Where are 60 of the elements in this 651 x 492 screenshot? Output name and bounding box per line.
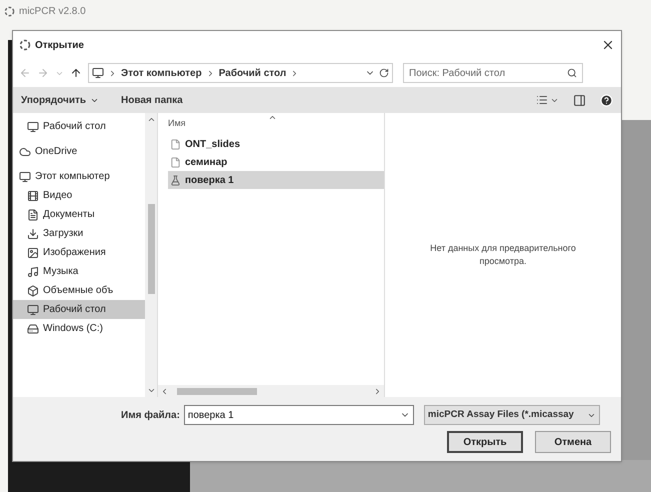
search-field[interactable]: Поиск: Рабочий стол (403, 63, 583, 83)
computer-icon (92, 67, 104, 79)
download-icon (27, 228, 39, 240)
scroll-down-icon[interactable] (146, 386, 156, 395)
scroll-left-icon[interactable] (160, 386, 169, 396)
computer-icon (19, 170, 31, 182)
filename-field[interactable]: поверка 1 (184, 405, 414, 425)
monitor-icon (27, 120, 39, 132)
app-title: micPCR v2.8.0 (19, 5, 86, 19)
open-button[interactable]: Открыть (447, 431, 523, 453)
sidebar-item[interactable]: OneDrive (13, 142, 145, 161)
sidebar-item[interactable]: Изображения (13, 243, 145, 262)
new-folder-button[interactable]: Новая папка (121, 92, 183, 108)
monitor-icon (27, 304, 39, 316)
breadcrumb-item[interactable]: Рабочий стол (218, 66, 286, 80)
scroll-right-icon[interactable] (373, 386, 382, 396)
dialog-title: Открытие (35, 38, 85, 52)
flask-icon (170, 174, 181, 186)
file-type-select[interactable]: micPCR Assay Files (*.micassay (424, 405, 600, 425)
file-item[interactable]: поверка 1 (168, 171, 384, 189)
sidebar-item[interactable]: Рабочий стол (13, 117, 145, 136)
sidebar-item[interactable]: Музыка (13, 262, 145, 281)
sidebar-item[interactable]: Загрузки (13, 224, 145, 243)
preview-pane-icon[interactable] (573, 94, 586, 106)
sidebar-item[interactable]: Рабочий стол (13, 300, 145, 319)
music-note-icon (27, 266, 39, 278)
breadcrumb-item[interactable]: Этот компьютер (121, 66, 202, 80)
sort-caret-icon (268, 113, 277, 122)
sidebar-item[interactable]: Этот компьютер (13, 167, 145, 186)
file-item[interactable]: ONT_slides (168, 135, 384, 153)
cloud-icon (19, 146, 31, 158)
horizontal-scrollbar[interactable] (158, 385, 384, 397)
document-icon (27, 208, 39, 220)
document-icon (170, 156, 181, 168)
loading-icon (4, 6, 15, 17)
drive-icon (27, 322, 39, 334)
help-icon[interactable] (600, 94, 613, 106)
search-icon[interactable] (567, 68, 577, 78)
film-icon (27, 190, 39, 202)
filename-label: Имя файла: (121, 408, 180, 422)
cancel-button[interactable]: Отмена (535, 431, 611, 453)
sidebar-item[interactable]: Документы (13, 205, 145, 224)
file-item[interactable]: семинар (168, 153, 384, 171)
scroll-up-icon[interactable] (146, 115, 156, 124)
address-bar[interactable]: Этот компьютер Рабочий стол (88, 63, 393, 83)
preview-message: Нет данных для предварительного просмотра. (429, 242, 577, 268)
close-icon[interactable] (601, 38, 615, 52)
cube-icon (27, 284, 39, 296)
organize-button[interactable]: Упорядочить (21, 92, 100, 108)
vertical-scrollbar[interactable] (145, 113, 157, 397)
refresh-icon[interactable] (379, 68, 389, 78)
sidebar-item[interactable]: Windows (C:) (13, 319, 145, 338)
chevron-right-icon (108, 68, 117, 78)
sidebar-item[interactable]: Объемные объ (13, 281, 145, 300)
up-icon[interactable] (70, 67, 82, 79)
document-icon (170, 138, 181, 150)
name-column-header[interactable]: Имя (168, 117, 268, 130)
image-icon (27, 246, 39, 258)
sidebar-item[interactable]: Видео (13, 186, 145, 205)
loading-icon (19, 39, 31, 51)
